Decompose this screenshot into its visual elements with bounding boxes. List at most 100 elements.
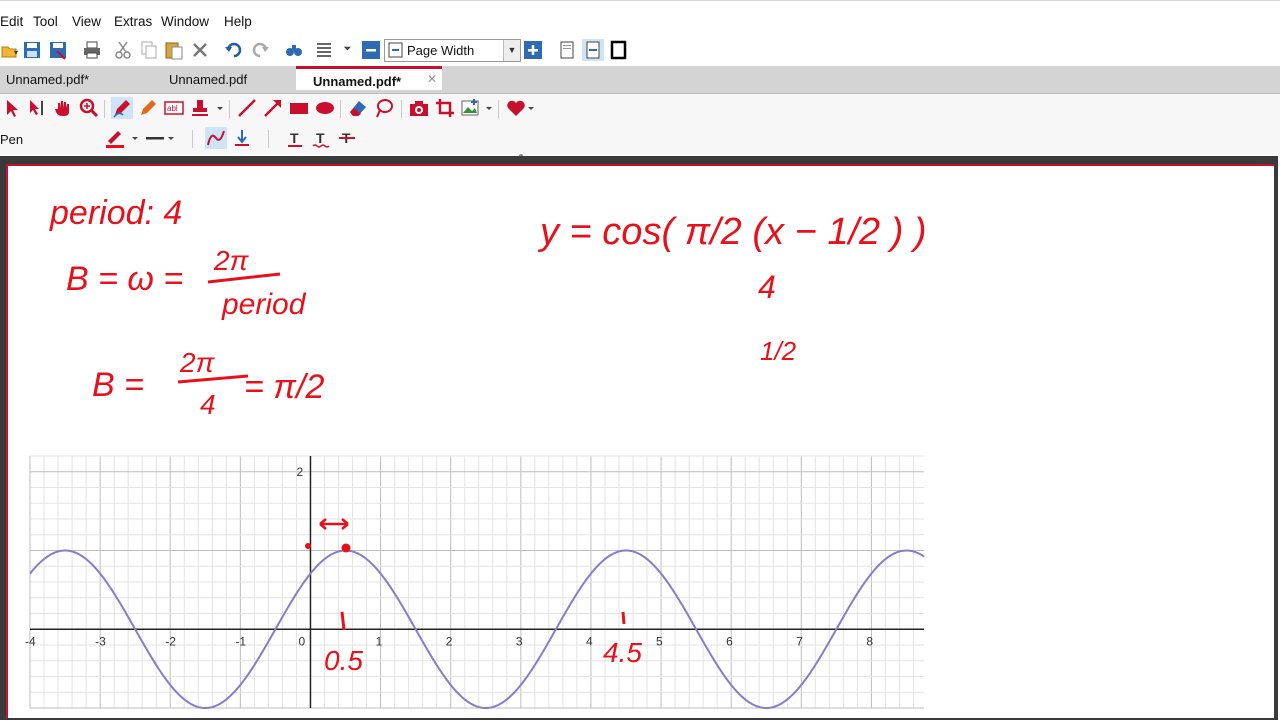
save-as-icon[interactable] bbox=[47, 39, 69, 61]
stamp-icon[interactable] bbox=[189, 97, 211, 119]
toolbar-separator bbox=[104, 100, 105, 118]
single-page-icon[interactable] bbox=[556, 39, 578, 61]
menu-window[interactable]: Window bbox=[161, 14, 209, 29]
open-icon[interactable]: ▾ bbox=[0, 39, 22, 61]
find-icon[interactable] bbox=[283, 39, 305, 61]
cut-icon[interactable] bbox=[112, 39, 134, 61]
chevron-down-icon[interactable] bbox=[520, 97, 542, 119]
toolbar-separator bbox=[268, 130, 269, 148]
menu-bar: Edit Tool View Extras Window Help bbox=[0, 0, 1280, 37]
x-tick-label: 6 bbox=[726, 634, 733, 648]
fit-width-icon[interactable] bbox=[582, 39, 604, 61]
cosine-graph: -4 -3 -2 -1 0 1 2 3 4 5 6 7 8 2 bbox=[25, 455, 925, 710]
tab-document-1[interactable]: Unnamed.pdf* bbox=[6, 66, 89, 93]
note-b-omega-denominator: period bbox=[221, 288, 307, 321]
menu-help[interactable]: Help bbox=[224, 14, 252, 29]
svg-text:abl: abl bbox=[167, 104, 178, 113]
zoom-out-icon[interactable] bbox=[360, 39, 382, 61]
copy-icon[interactable] bbox=[138, 39, 160, 61]
eraser-icon[interactable] bbox=[347, 97, 369, 119]
tab-document-3[interactable]: Unnamed.pdf* bbox=[296, 66, 442, 90]
note-half: 1/2 bbox=[760, 336, 797, 366]
hand-icon[interactable] bbox=[52, 97, 74, 119]
chevron-down-icon[interactable] bbox=[209, 97, 231, 119]
rectangle-tool-icon[interactable] bbox=[288, 97, 310, 119]
menu-view[interactable]: View bbox=[72, 14, 101, 29]
tab-document-2[interactable]: Unnamed.pdf bbox=[169, 66, 247, 93]
highlighter-icon[interactable] bbox=[137, 97, 159, 119]
x-tick-label: 0 bbox=[298, 634, 305, 648]
point-mark bbox=[341, 543, 351, 553]
pressure-icon[interactable] bbox=[231, 127, 253, 149]
line-tool-icon[interactable] bbox=[236, 97, 258, 119]
x-tick-label: 4 bbox=[586, 634, 593, 648]
ellipse-tool-icon[interactable] bbox=[314, 97, 336, 119]
document-viewport: -4 -3 -2 -1 0 1 2 3 4 5 6 7 8 2 period: 4 B = ω = 2π … bbox=[0, 156, 1278, 720]
pdf-page[interactable]: -4 -3 -2 -1 0 1 2 3 4 5 6 7 8 2 period: 4 B = ω = 2π … bbox=[6, 164, 1274, 718]
pen-tool-icon[interactable] bbox=[111, 97, 133, 119]
arrow-tool-icon[interactable] bbox=[262, 97, 284, 119]
paste-icon[interactable] bbox=[163, 39, 185, 61]
save-icon[interactable] bbox=[21, 39, 43, 61]
menu-tool[interactable]: Tool bbox=[33, 14, 58, 29]
x-tick-label: 8 bbox=[866, 634, 873, 648]
note-b-value: B = bbox=[92, 366, 144, 404]
note-b-value-denominator: 4 bbox=[200, 389, 216, 420]
main-toolbar: ▾ bbox=[0, 36, 1280, 64]
print-icon[interactable] bbox=[81, 39, 103, 61]
lasso-icon[interactable] bbox=[373, 97, 395, 119]
smooth-stroke-icon[interactable] bbox=[205, 127, 227, 149]
svg-text:T: T bbox=[316, 130, 325, 146]
text-strikethrough-icon[interactable]: T bbox=[336, 127, 358, 149]
note-equation: y = cos( π/2 (x − 1/2 ) ) bbox=[537, 211, 927, 253]
chevron-down-icon[interactable] bbox=[478, 97, 500, 119]
zoom-value: Page Width bbox=[407, 43, 475, 58]
toolbar-separator bbox=[229, 100, 230, 118]
toolbar-separator bbox=[192, 130, 193, 148]
chevron-down-icon[interactable] bbox=[160, 127, 182, 149]
tool-label: Pen bbox=[0, 132, 24, 147]
zoom-in-icon[interactable] bbox=[522, 39, 544, 61]
delete-icon[interactable] bbox=[189, 39, 211, 61]
fullscreen-icon[interactable] bbox=[608, 39, 630, 61]
zoom-select[interactable]: Page Width ▼ bbox=[384, 39, 521, 62]
svg-text:T: T bbox=[290, 130, 299, 146]
zoom-tool-icon[interactable] bbox=[78, 97, 100, 119]
x-tick-label: -3 bbox=[95, 634, 106, 648]
select-arrow-icon[interactable] bbox=[2, 97, 24, 119]
text-box-icon[interactable]: abl bbox=[163, 97, 185, 119]
tick-mark-0-5 bbox=[340, 611, 346, 631]
pen-color-icon[interactable] bbox=[104, 127, 126, 149]
y-tick-label: 2 bbox=[296, 465, 303, 479]
menu-extras[interactable]: Extras bbox=[114, 14, 152, 29]
page-width-icon bbox=[388, 42, 404, 61]
text-underline-icon[interactable]: T bbox=[284, 127, 306, 149]
toolbar-separator bbox=[498, 100, 499, 118]
note-b-omega: B = ω = bbox=[66, 260, 183, 298]
note-b-value-numerator: 2π bbox=[179, 347, 216, 378]
x-tick-label: -2 bbox=[165, 634, 176, 648]
chevron-down-icon[interactable] bbox=[336, 39, 358, 61]
note-mark-0-5: 0.5 bbox=[324, 645, 363, 676]
chevron-down-icon[interactable]: ▼ bbox=[503, 40, 520, 61]
document-tabs: Unnamed.pdf* Unnamed.pdf Unnamed.pdf* ✕ bbox=[0, 66, 1280, 94]
text-squiggly-icon[interactable]: T bbox=[310, 127, 332, 149]
crop-icon[interactable] bbox=[434, 97, 456, 119]
x-tick-label: 3 bbox=[516, 634, 523, 648]
camera-icon[interactable] bbox=[408, 97, 430, 119]
chevron-down-icon[interactable] bbox=[124, 127, 146, 149]
annotation-toolbar: abl bbox=[0, 94, 1280, 124]
close-icon[interactable]: ✕ bbox=[427, 72, 437, 86]
tick-mark-4-5 bbox=[621, 611, 626, 625]
undo-icon[interactable] bbox=[223, 39, 245, 61]
page-canvas: -4 -3 -2 -1 0 1 2 3 4 5 6 7 8 2 period: 4 B = ω = 2π … bbox=[25, 194, 927, 710]
menu-edit[interactable]: Edit bbox=[0, 14, 23, 29]
toolbar-separator bbox=[340, 100, 341, 118]
x-tick-label: 2 bbox=[446, 634, 453, 648]
columns-icon[interactable] bbox=[313, 39, 335, 61]
note-b-value-result: = π/2 bbox=[244, 368, 325, 406]
redo-icon[interactable] bbox=[249, 39, 271, 61]
pen-properties-toolbar: Pen T T T bbox=[0, 124, 1280, 154]
select-text-icon[interactable] bbox=[26, 97, 48, 119]
note-period: period: 4 bbox=[49, 194, 182, 232]
